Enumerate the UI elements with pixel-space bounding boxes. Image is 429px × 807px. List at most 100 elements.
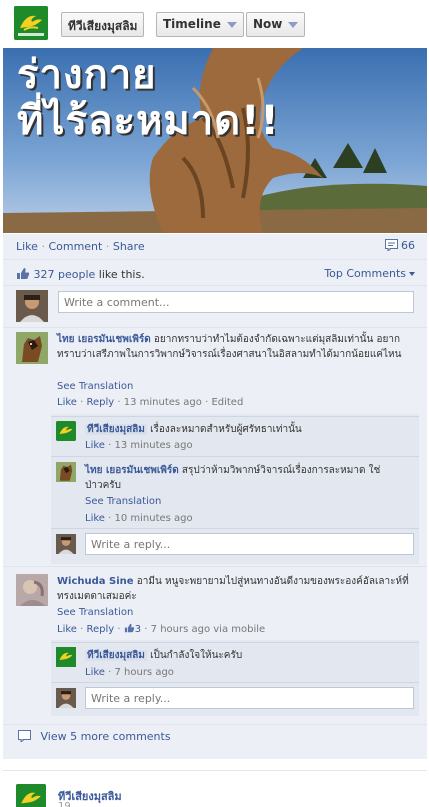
post-photo[interactable]: ร่างกาย ที่ไร้ละหมาด!! [3, 48, 427, 233]
divider [3, 259, 427, 260]
reply-time[interactable]: 10 minutes ago [114, 513, 192, 524]
comment-reply-link[interactable]: Reply [86, 624, 114, 635]
next-post-avatar[interactable] [16, 784, 46, 807]
comment-bubble-icon [384, 239, 398, 253]
top-comments-dropdown[interactable]: Top Comments [324, 267, 415, 280]
chevron-down-icon [409, 272, 415, 276]
divider [51, 416, 419, 417]
thumbs-up-icon [124, 623, 134, 633]
next-post-time[interactable]: 19 [58, 801, 71, 807]
reply-1-meta: Like · 13 minutes ago [85, 440, 193, 451]
reply-text: เรื่องละหมาดสำหรับผู้ศรัทธาเท่านั้น [150, 424, 302, 435]
divider [51, 456, 419, 457]
person-avatar-icon [56, 688, 76, 708]
reply-3-body: ทีวีเสียงมุสลิม เป็นกำลังใจให้นะครับ [85, 648, 415, 663]
page-name-button[interactable]: ทีวีเสียงมุสลิม [61, 12, 145, 37]
comment-count[interactable]: 66 [384, 239, 415, 253]
see-translation-link[interactable]: See Translation [57, 379, 133, 394]
comment-author[interactable]: ไทย เยอรมันเชพเพิร์ด [57, 334, 151, 345]
see-translation-label: See Translation [57, 607, 134, 618]
person-avatar-icon [16, 574, 48, 606]
reply-like-link[interactable]: Like [85, 667, 105, 678]
reply-2-meta: Like · 10 minutes ago [85, 513, 193, 524]
comment-author[interactable]: Wichuda Sine [57, 576, 134, 587]
share-link[interactable]: Share [113, 240, 145, 253]
comment-like-link[interactable]: Like [57, 397, 77, 408]
reply-time[interactable]: 7 hours ago [114, 667, 173, 678]
viewer-avatar[interactable] [16, 290, 48, 322]
comment-count-value: 66 [401, 239, 415, 252]
feedback-area: Like · Comment · Share 66 327 people lik… [3, 234, 427, 759]
timeline-label: Timeline [163, 17, 221, 31]
bird-logo-icon [16, 784, 46, 807]
comment-time[interactable]: 13 minutes ago [124, 397, 202, 408]
comment-2-meta: Like · Reply · 3 · 7 hours ago via mobil… [57, 623, 266, 635]
page-header: ทีวีเสียงมุสลิม Timeline Now [0, 0, 429, 48]
bird-logo-icon [56, 647, 76, 667]
comment-time[interactable]: 7 hours ago via mobile [151, 624, 266, 635]
reply-1-body: ทีวีเสียงมุสลิม เรื่องละหมาดสำหรับผู้ศรั… [85, 422, 415, 437]
see-translation-label: See Translation [85, 496, 162, 507]
reply-3-meta: Like · 7 hours ago [85, 667, 174, 678]
see-translation-link[interactable]: See Translation [85, 494, 161, 509]
comment-like-link[interactable]: Like [57, 624, 77, 635]
comment-likes-count[interactable]: 3 [124, 623, 141, 635]
comment-bubble-icon [18, 730, 31, 744]
view-more-comments[interactable]: View 5 more comments [18, 730, 171, 744]
reply-input-placeholder: Write a reply... [91, 692, 171, 705]
reply-like-link[interactable]: Like [85, 440, 105, 451]
dog-avatar-icon [56, 462, 76, 482]
divider [51, 682, 419, 683]
reply-like-link[interactable]: Like [85, 513, 105, 524]
reply-author[interactable]: ทีวีเสียงมุสลิม [85, 650, 147, 661]
reply-avatar[interactable] [56, 462, 76, 482]
viewer-avatar[interactable] [56, 534, 76, 554]
divider [3, 566, 427, 567]
see-translation-link[interactable]: See Translation [57, 605, 133, 620]
action-row: Like · Comment · Share [16, 240, 145, 253]
viewer-avatar[interactable] [56, 688, 76, 708]
page-logo[interactable] [14, 6, 48, 40]
reply-time[interactable]: 13 minutes ago [114, 440, 192, 451]
like-link[interactable]: Like [16, 240, 38, 253]
reply-2-body: ไทย เยอรมันเชพเพิร์ด สรุปว่าห้ามวิพากษ์ว… [85, 463, 385, 493]
reply-avatar[interactable] [56, 421, 76, 441]
divider [3, 770, 427, 771]
view-more-label: View 5 more comments [40, 730, 171, 743]
comment-input-placeholder: Write a comment... [64, 296, 170, 309]
timeline-dropdown[interactable]: Timeline [156, 12, 244, 37]
person-avatar-icon [56, 534, 76, 554]
chevron-down-icon [288, 21, 299, 28]
comment-reply-link[interactable]: Reply [86, 397, 114, 408]
reply-author[interactable]: ทีวีเสียงมุสลิม [85, 424, 147, 435]
commenter-avatar[interactable] [16, 574, 48, 606]
divider [3, 327, 427, 328]
bird-logo-icon [14, 6, 48, 40]
person-avatar-icon [16, 290, 48, 322]
likes-summary: 327 people like this. [16, 267, 145, 281]
reply-input[interactable]: Write a reply... [85, 687, 414, 709]
likers-link[interactable]: 327 people [34, 268, 96, 281]
divider [3, 724, 427, 725]
top-comments-label: Top Comments [324, 267, 406, 280]
comment-input[interactable]: Write a comment... [58, 291, 414, 313]
chevron-down-icon [226, 21, 237, 28]
divider [51, 528, 419, 529]
commenter-avatar[interactable] [16, 332, 48, 364]
edited-label[interactable]: Edited [211, 397, 243, 408]
divider [3, 285, 427, 286]
bird-logo-icon [56, 421, 76, 441]
divider [51, 642, 419, 643]
likes-suffix: like this. [98, 268, 145, 281]
now-label: Now [253, 17, 283, 31]
now-dropdown[interactable]: Now [246, 12, 306, 37]
reply-avatar[interactable] [56, 647, 76, 667]
dog-avatar-icon [16, 332, 48, 364]
thumbs-up-icon [17, 268, 30, 279]
see-translation-label: See Translation [57, 381, 134, 392]
photo-caption-line2: ที่ไร้ละหมาด!! [17, 98, 280, 144]
comment-link[interactable]: Comment [48, 240, 102, 253]
reply-input[interactable]: Write a reply... [85, 533, 414, 555]
reply-input-placeholder: Write a reply... [91, 538, 171, 551]
reply-author[interactable]: ไทย เยอรมันเชพเพิร์ด [85, 465, 179, 476]
